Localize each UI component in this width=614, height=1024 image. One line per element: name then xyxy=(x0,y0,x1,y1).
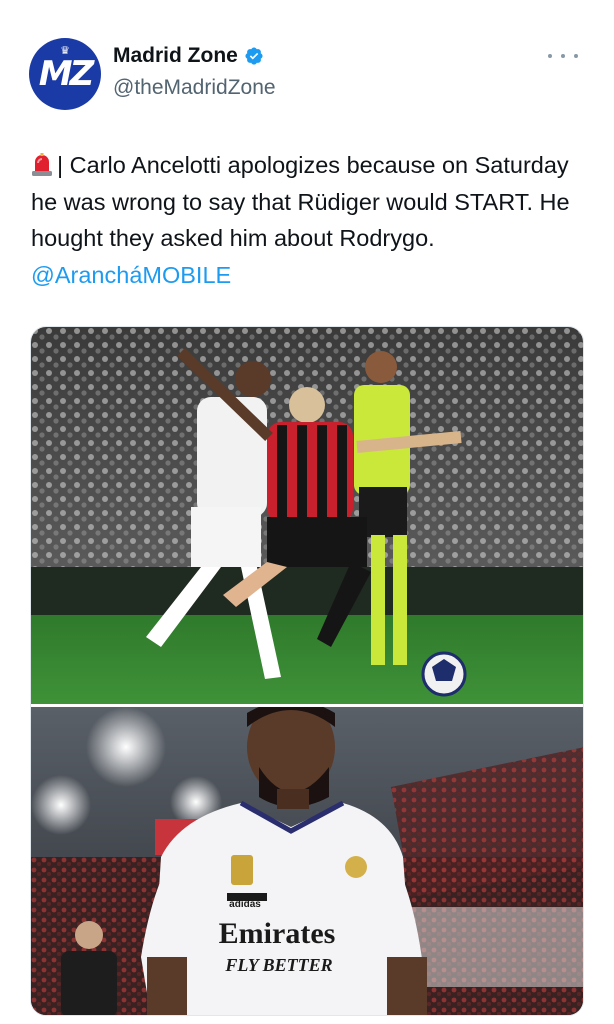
handle[interactable]: @theMadridZone xyxy=(113,76,276,100)
tweet[interactable]: ♛ MZ Madrid Zone @theMadridZone | Carlo … xyxy=(0,0,614,1024)
mention-link[interactable]: @ArancháMOBILE xyxy=(31,262,231,288)
name-row: Madrid Zone xyxy=(113,44,264,68)
photo-player-portrait[interactable]: Emirates FLY BETTER adidas xyxy=(31,707,583,1015)
shirt-sponsor-1: Emirates xyxy=(219,917,336,950)
siren-emoji-icon xyxy=(32,153,52,176)
verified-badge-icon xyxy=(245,47,263,65)
shirt-sponsor-2: FLY BETTER xyxy=(224,955,332,975)
crown-icon: ♛ xyxy=(60,45,70,57)
tweet-text: | Carlo Ancelotti apologizes because on … xyxy=(31,147,581,293)
shirt-brand: adidas xyxy=(229,899,261,910)
tweet-body: | Carlo Ancelotti apologizes because on … xyxy=(31,152,570,251)
more-options-icon[interactable] xyxy=(548,46,578,66)
avatar[interactable]: ♛ MZ xyxy=(29,38,101,110)
avatar-text: MZ xyxy=(38,54,94,94)
media-grid[interactable]: Emirates FLY BETTER adidas xyxy=(30,326,584,1016)
photo-match-action[interactable] xyxy=(31,327,583,704)
display-name[interactable]: Madrid Zone xyxy=(113,44,238,68)
